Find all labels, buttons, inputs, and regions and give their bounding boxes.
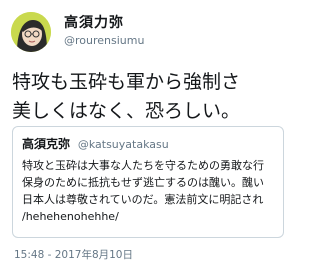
- author-handle[interactable]: @rourensiumu: [64, 34, 144, 47]
- avatar[interactable]: [11, 12, 51, 52]
- quoted-tweet[interactable]: 高須克弥 @katsuyatakasu 特攻と玉砕は大事な人たちを守るための勇敢…: [12, 126, 284, 238]
- tweet-line: 美しくはなく、恐ろしい。: [12, 100, 241, 122]
- quoted-line: 特攻と玉砕は大事な人たちを守るための勇敢な行: [22, 159, 264, 172]
- quoted-author-name: 高須克弥: [22, 137, 71, 151]
- tweet-timestamp[interactable]: 15:48 - 2017年8月10日: [14, 247, 133, 262]
- tweet-text: 特攻も玉砕も軍から強制さ 美しくはなく、恐ろしい。: [12, 68, 270, 126]
- quoted-header: 高須克弥 @katsuyatakasu: [22, 135, 169, 152]
- quoted-line: 保身のために抵抗もせず逃亡するのは醜い。醜い: [22, 176, 264, 189]
- quoted-author-handle: @katsuyatakasu: [77, 138, 169, 151]
- quoted-text: 特攻と玉砕は大事な人たちを守るための勇敢な行 保身のために抵抗もせず逃亡するのは…: [22, 157, 283, 225]
- tweet-line: 特攻も玉砕も軍から強制さ: [12, 71, 241, 93]
- quoted-line: /hehehenohehhe/: [22, 210, 119, 223]
- quoted-line: 日本人は尊敬されていのだ。憲法前文に明記され: [22, 193, 264, 206]
- author-name[interactable]: 高須力弥: [64, 12, 124, 32]
- avatar-face-image: [11, 12, 51, 52]
